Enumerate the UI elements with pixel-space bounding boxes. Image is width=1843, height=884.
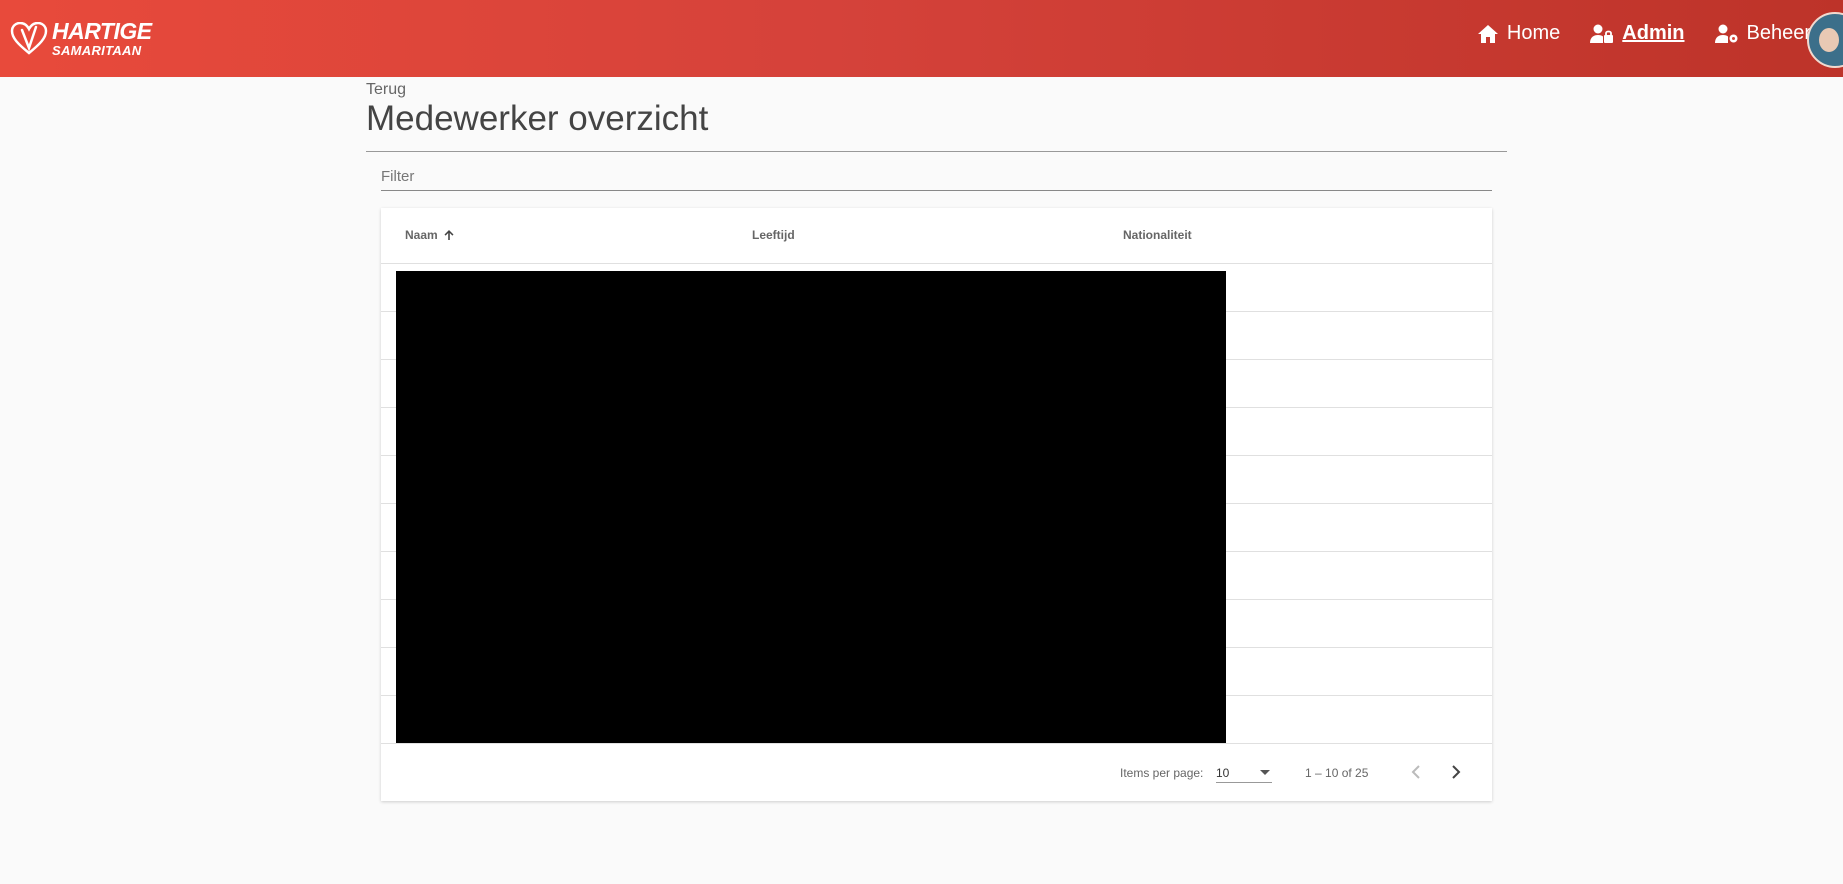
logo-subtitle: SAMARITAAN [52, 43, 142, 58]
user-lock-icon [1590, 24, 1614, 43]
sort-ascending-icon [444, 230, 454, 240]
brand-logo[interactable]: HARTIGE SAMARITAAN [10, 20, 152, 57]
items-per-page-label: Items per page: [1120, 766, 1204, 780]
page-title: Medewerker overzicht [366, 99, 709, 138]
nav-home[interactable]: Home [1477, 22, 1560, 45]
next-page-button[interactable] [1442, 758, 1470, 786]
chevron-right-icon [1452, 765, 1461, 779]
back-link[interactable]: Terug [366, 81, 406, 99]
items-per-page-value: 10 [1216, 766, 1230, 780]
main-nav: Home Admin Beheer [1447, 22, 1811, 45]
table-header: Naam Leeftijd Nationaliteit [381, 208, 1492, 264]
items-per-page-select[interactable]: 10 [1216, 763, 1272, 783]
column-header-naam-label: Naam [405, 228, 438, 242]
filter-field [381, 163, 1492, 191]
top-navbar: HARTIGE SAMARITAAN Home Admin Beheer [0, 0, 1843, 77]
nav-beheer-label: Beheer [1746, 22, 1812, 44]
employee-table: Naam Leeftijd Nationaliteit Items per pa… [381, 208, 1492, 801]
user-avatar[interactable] [1807, 12, 1843, 68]
dropdown-arrow-icon [1260, 770, 1270, 775]
paginator: Items per page: 10 1 – 10 of 25 [381, 744, 1492, 801]
filter-input[interactable] [381, 163, 1492, 189]
nav-home-label: Home [1506, 22, 1561, 44]
title-divider [366, 151, 1507, 152]
nav-admin-label: Admin [1622, 22, 1685, 44]
previous-page-button[interactable] [1402, 758, 1430, 786]
redaction-block [396, 271, 1226, 743]
chevron-left-icon [1411, 765, 1420, 779]
user-cog-icon [1714, 24, 1737, 43]
nav-admin[interactable]: Admin [1590, 22, 1685, 45]
page-range-label: 1 – 10 of 25 [1305, 766, 1369, 780]
heart-logo-icon [10, 21, 48, 55]
column-header-leeftijd[interactable]: Leeftijd [752, 228, 795, 242]
home-icon [1477, 24, 1498, 43]
logo-title: HARTIGE [52, 18, 152, 44]
main-content: Terug Medewerker overzicht Naam Leeftijd… [366, 78, 1507, 801]
column-header-naam[interactable]: Naam [405, 228, 455, 242]
nav-beheer[interactable]: Beheer [1714, 22, 1812, 45]
column-header-nationaliteit[interactable]: Nationaliteit [1123, 228, 1192, 242]
